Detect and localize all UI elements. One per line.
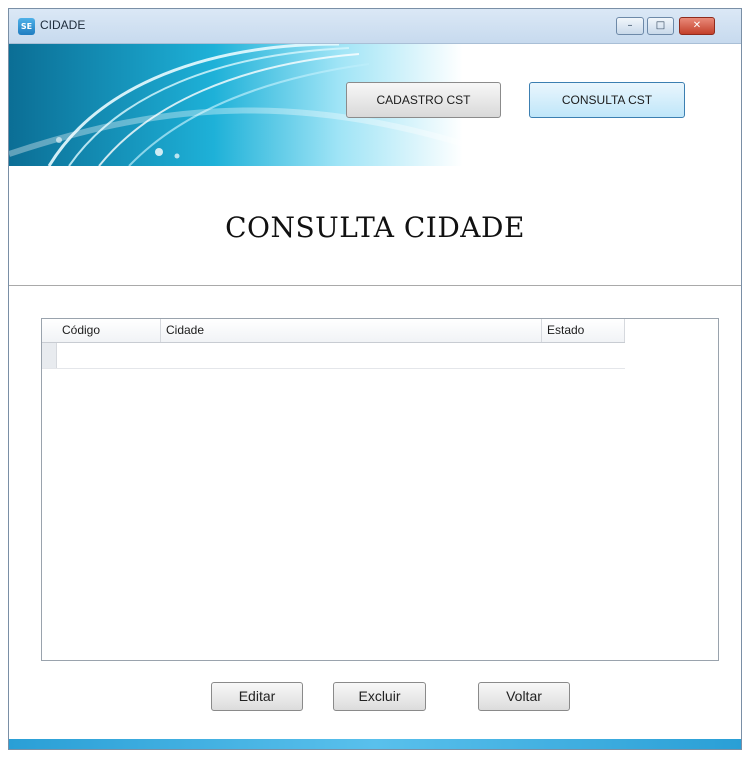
cidade-data-grid[interactable]: Código Cidade Estado — [41, 318, 719, 661]
voltar-button[interactable]: Voltar — [478, 682, 570, 711]
page-title: CONSULTA CIDADE — [225, 211, 525, 244]
column-header-codigo[interactable]: Código — [57, 319, 161, 342]
app-logo-icon: SE — [18, 18, 35, 35]
column-header-estado[interactable]: Estado — [542, 319, 625, 342]
table-row[interactable] — [42, 343, 625, 369]
footer-strip — [9, 739, 741, 749]
grid-header: Código Cidade Estado — [42, 319, 625, 343]
excluir-button[interactable]: Excluir — [333, 682, 426, 711]
app-window: SE CIDADE – □ ✕ CADASTRO CST CONSULTA CS… — [8, 8, 742, 750]
editar-button[interactable]: Editar — [211, 682, 303, 711]
consulta-cst-button[interactable]: CONSULTA CST — [529, 82, 685, 118]
title-bar[interactable]: SE CIDADE – □ ✕ — [9, 9, 741, 44]
divider — [9, 285, 741, 286]
cadastro-cst-button[interactable]: CADASTRO CST — [346, 82, 501, 118]
maximize-button[interactable]: □ — [647, 17, 674, 35]
close-button[interactable]: ✕ — [679, 17, 715, 35]
column-header-cidade[interactable]: Cidade — [161, 319, 542, 342]
header-banner: CADASTRO CST CONSULTA CST — [9, 44, 741, 166]
window-title: CIDADE — [40, 18, 86, 32]
minimize-button[interactable]: – — [616, 17, 644, 35]
row-selector[interactable] — [42, 343, 57, 368]
